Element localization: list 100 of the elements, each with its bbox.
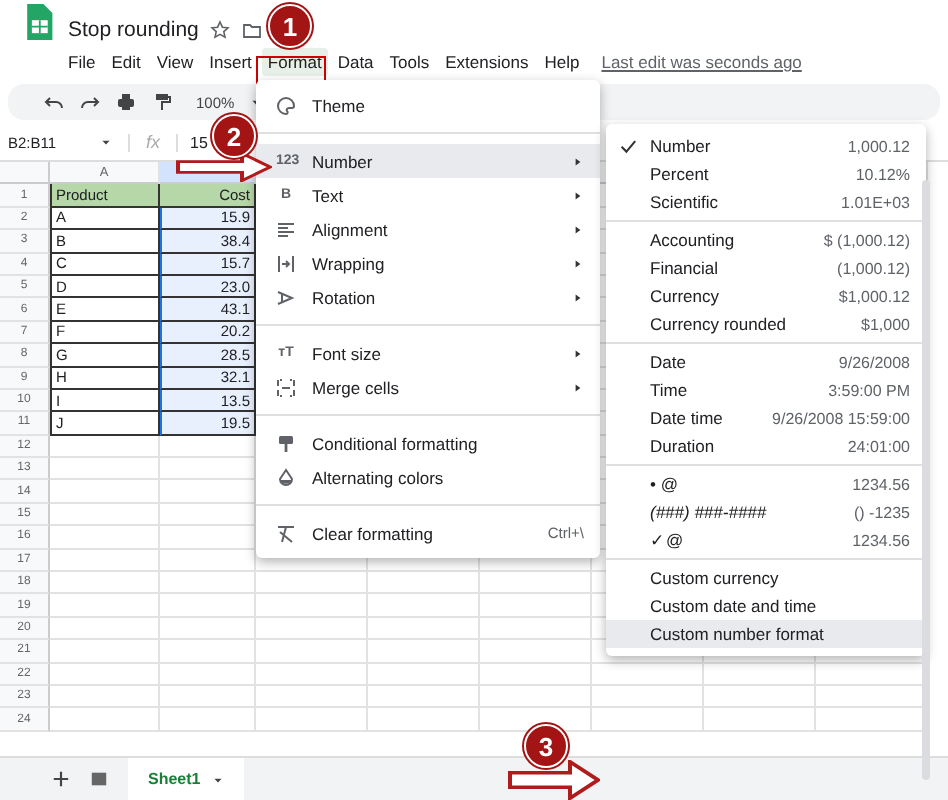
menu-item[interactable]: Tools <box>383 48 436 76</box>
table-cell <box>368 572 480 595</box>
table-cell <box>480 640 592 664</box>
table-cell <box>256 663 368 686</box>
step-number-badge: 1 <box>268 4 312 48</box>
table-cell <box>160 663 256 686</box>
text-wrap-icon <box>276 253 296 273</box>
menu-item[interactable]: Theme <box>256 88 600 122</box>
table-cell <box>256 708 368 732</box>
table-cell <box>368 617 480 641</box>
table-cell <box>256 685 368 709</box>
table-cell <box>256 617 368 641</box>
menu-item[interactable]: Merge cells <box>256 370 600 404</box>
table-cell <box>50 594 160 618</box>
table-cell <box>592 708 704 732</box>
table-cell <box>592 685 704 709</box>
menu-item[interactable]: Custom currency <box>606 564 926 592</box>
sheet-tab[interactable]: Sheet1 <box>128 757 245 800</box>
menu-item[interactable]: ✓@ 1234.56 <box>606 526 926 554</box>
menu-item[interactable]: File <box>62 48 102 76</box>
submenu-arrow-icon <box>572 291 584 303</box>
dropdown-caret-icon <box>212 773 225 785</box>
menu-item[interactable]: Time 3:59:00 PM <box>606 376 926 404</box>
menu-item[interactable]: Financial (1,000.12) <box>606 254 926 282</box>
table-cell <box>704 685 816 709</box>
table-cell <box>368 708 480 732</box>
table-cell <box>256 572 368 595</box>
table-cell <box>368 685 480 709</box>
menu-item[interactable]: • @ 1234.56 <box>606 470 926 498</box>
fx-label: fx <box>144 132 163 152</box>
table-cell <box>50 503 160 527</box>
step-number-badge: 2 <box>212 114 256 158</box>
table-cell <box>368 594 480 618</box>
table-cell <box>160 572 256 595</box>
menu-item[interactable]: Duration 24:01:00 <box>606 432 926 460</box>
menu-item[interactable]: Edit <box>105 48 147 76</box>
table-cell <box>50 458 160 481</box>
menu-item[interactable]: Conditional formatting <box>256 426 600 460</box>
table-cell <box>480 663 592 686</box>
menu-item[interactable]: Currency rounded $1,000 <box>606 310 926 338</box>
table-cell <box>50 617 160 641</box>
last-edit-link[interactable]: Last edit was seconds ago <box>601 52 802 72</box>
table-cell <box>50 526 160 550</box>
menu-item[interactable]: Accounting $ (1,000.12) <box>606 226 926 254</box>
menu-item[interactable]: Scientific 1.01E+03 <box>606 188 926 216</box>
submenu-arrow-icon <box>572 381 584 393</box>
table-cell <box>160 617 256 641</box>
table-cell <box>368 640 480 664</box>
menu-item[interactable]: Alternating colors <box>256 460 600 494</box>
table-cell <box>50 435 160 459</box>
add-sheet-icon <box>52 770 70 788</box>
table-cell <box>704 663 816 686</box>
menu-item[interactable]: Date 9/26/2008 <box>606 348 926 376</box>
table-cell <box>256 594 368 618</box>
dropdown-caret-icon <box>100 136 112 148</box>
menu-item[interactable]: Date time 9/26/2008 15:59:00 <box>606 404 926 432</box>
submenu-arrow-icon <box>572 223 584 235</box>
table-cell <box>50 685 160 709</box>
menu-item[interactable]: Insert <box>203 48 258 76</box>
menu-item[interactable]: View <box>150 48 200 76</box>
menu-item[interactable]: Wrapping <box>256 246 600 280</box>
table-cell <box>50 572 160 595</box>
menu-item[interactable]: Currency $1,000.12 <box>606 282 926 310</box>
submenu-arrow-icon <box>572 155 584 167</box>
table-cell <box>160 640 256 664</box>
submenu-arrow-icon <box>572 189 584 201</box>
menu-item[interactable]: Custom date and time <box>606 592 926 620</box>
merge-cells-icon <box>276 377 296 397</box>
formula-input[interactable]: 15 <box>176 133 208 151</box>
star-icon <box>210 20 231 40</box>
sheet-list-icon <box>90 770 108 788</box>
arrow-icon <box>508 760 600 800</box>
select-all-corner[interactable] <box>0 162 50 185</box>
menu-item[interactable]: Extensions <box>439 48 535 76</box>
text-rotation-icon <box>276 287 296 307</box>
undo-icon <box>44 92 64 112</box>
print-icon <box>116 92 136 112</box>
palette-icon <box>276 95 296 115</box>
document-title[interactable]: Stop rounding <box>68 18 199 42</box>
paint-roller-icon <box>276 433 296 453</box>
paint-format-icon <box>152 92 172 112</box>
menu-item[interactable]: Number 1,000.12 <box>606 132 926 160</box>
redo-icon <box>80 92 100 112</box>
table-cell <box>50 708 160 732</box>
menu-item[interactable]: Help <box>538 48 586 76</box>
menu-item[interactable]: Alignment <box>256 212 600 246</box>
align-left-icon <box>276 219 296 239</box>
menu-item[interactable]: Custom number format <box>606 620 926 648</box>
table-cell <box>480 685 592 709</box>
submenu-arrow-icon <box>572 347 584 359</box>
menu-item[interactable]: Data <box>331 48 380 76</box>
menu-item[interactable]: (###) ###-#### () -1235 <box>606 498 926 526</box>
table-cell <box>160 594 256 618</box>
table-cell <box>50 663 160 686</box>
menu-item[interactable]: Percent 10.12% <box>606 160 926 188</box>
table-cell <box>160 685 256 709</box>
submenu-arrow-icon <box>572 257 584 269</box>
step-number-badge: 3 <box>524 724 568 768</box>
table-cell <box>50 549 160 573</box>
menu-item[interactable]: Rotation <box>256 280 600 314</box>
